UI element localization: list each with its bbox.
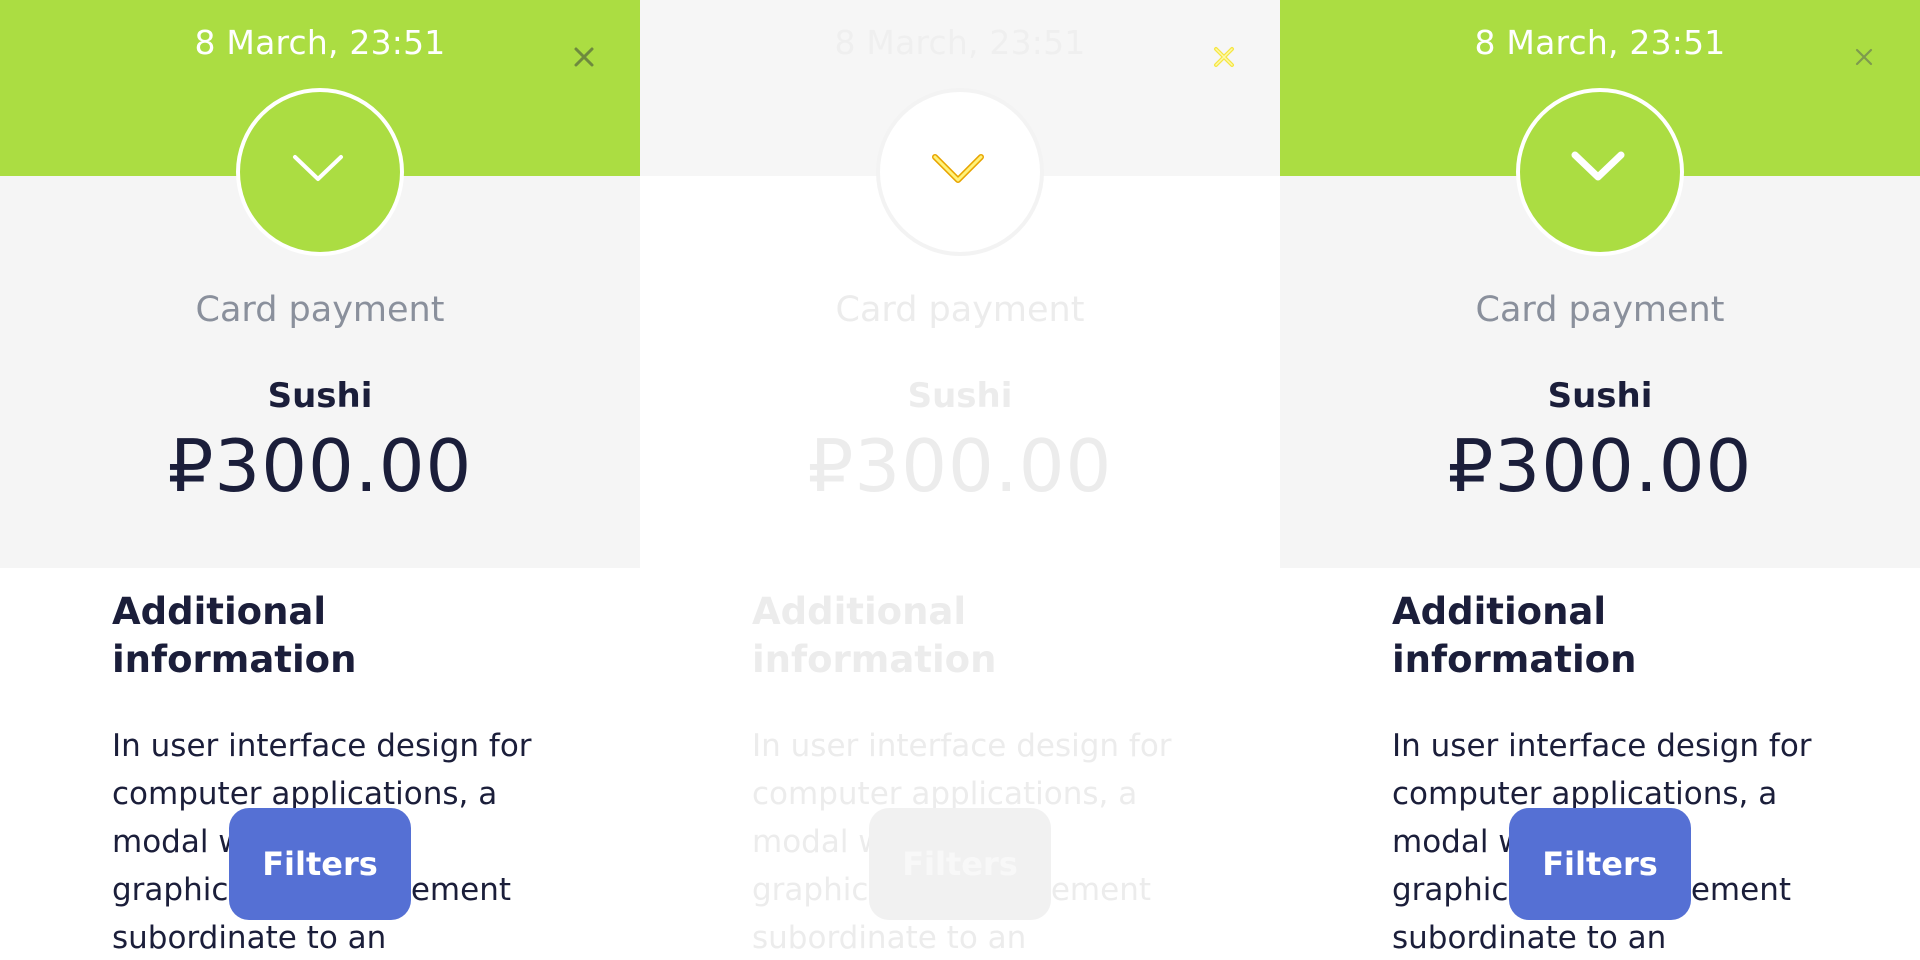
transaction-date: 8 March, 23:51 <box>834 23 1086 62</box>
filters-button[interactable]: Filters <box>229 808 411 920</box>
transaction-date: 8 March, 23:51 <box>1474 23 1726 62</box>
chevron-down-icon <box>1571 151 1625 181</box>
close-icon[interactable] <box>569 42 599 72</box>
section-title: Additional information <box>112 590 357 681</box>
status-circle <box>876 88 1044 256</box>
transaction-date: 8 March, 23:51 <box>194 23 446 62</box>
filters-button[interactable]: Filters <box>1509 808 1691 920</box>
close-icon[interactable] <box>1209 42 1239 72</box>
payment-method: Card payment <box>1475 290 1725 330</box>
merchant-name: Sushi <box>1547 376 1653 416</box>
transaction-screen-3: 8 March, 23:51 Card payment Sushi ₽300.0… <box>1280 0 1920 960</box>
status-circle <box>236 88 404 256</box>
payment-method: Card payment <box>195 290 445 330</box>
section-title: Additional information <box>752 590 997 681</box>
status-circle <box>1516 88 1684 256</box>
merchant-name: Sushi <box>267 376 373 416</box>
chevron-down-icon <box>932 154 984 183</box>
transaction-screen-1: 8 March, 23:51 Card payment Sushi ₽300.0… <box>0 0 640 960</box>
merchant-name: Sushi <box>907 376 1013 416</box>
close-icon[interactable] <box>1849 42 1879 72</box>
section-title: Additional information <box>1392 590 1637 681</box>
chevron-down-icon <box>293 155 343 181</box>
payment-method: Card payment <box>835 290 1085 330</box>
transaction-screen-2: 8 March, 23:51 Card payment Sushi ₽300.0… <box>640 0 1280 960</box>
filters-button[interactable]: Filters <box>869 808 1051 920</box>
transaction-amount: ₽300.00 <box>1447 424 1753 508</box>
transaction-amount: ₽300.00 <box>167 424 473 508</box>
transaction-amount: ₽300.00 <box>807 424 1113 508</box>
